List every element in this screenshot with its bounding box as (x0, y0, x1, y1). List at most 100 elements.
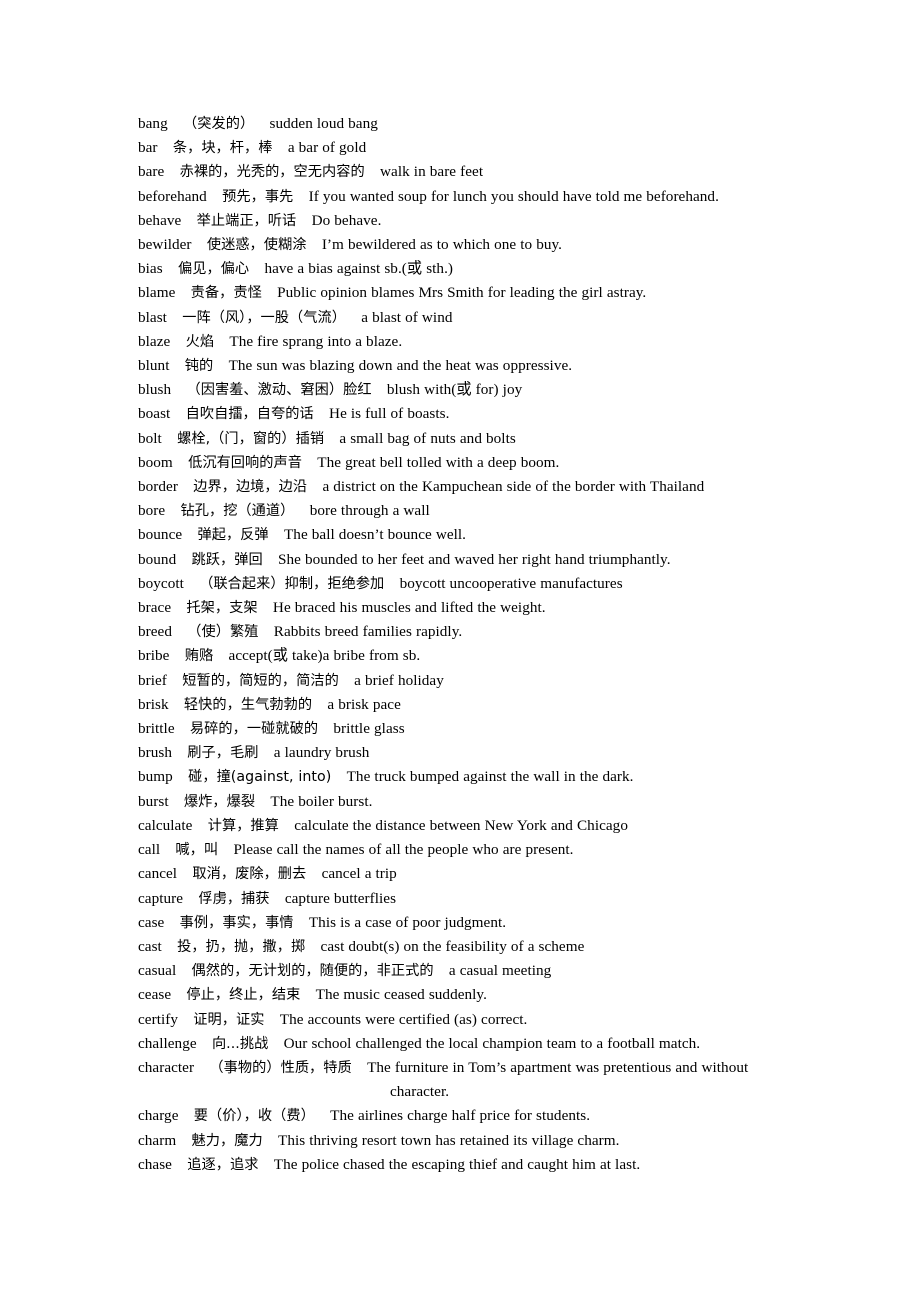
entry-gloss: 碰，撞(against, into) (188, 769, 332, 786)
entry-example: The furniture in Tom’s apartment was pre… (367, 1058, 749, 1076)
entry-gloss: 托架，支架 (186, 600, 258, 617)
entry-gloss: 举止端正，听话 (196, 212, 297, 229)
entry-example: a casual meeting (448, 962, 552, 980)
entry-example: a brisk pace (327, 695, 401, 713)
vocabulary-entry: bolt 螺栓,（门，窗的）插销 a small bag of nuts and… (138, 427, 838, 451)
vocabulary-entry: behave 举止端正，听话 Do behave. (138, 209, 838, 233)
entry-gloss: 火焰 (185, 333, 215, 350)
entry-word: boom (138, 453, 173, 471)
entry-example: sudden loud bang (269, 115, 378, 132)
vocabulary-entry: blaze 火焰 The fire sprang into a blaze. (138, 330, 838, 354)
entry-gloss: （因害羞、激动、窘困）脸红 (186, 382, 372, 399)
entry-word: blame (138, 284, 176, 302)
entry-word: bang (138, 115, 168, 132)
entry-gloss: 钻孔，挖（通道） (180, 503, 295, 520)
entry-word: beforehand (138, 187, 207, 205)
entry-word: cease (138, 986, 172, 1004)
vocabulary-entry: charge 要（价），收（费） The airlines charge hal… (138, 1104, 838, 1128)
entry-gloss: （联合起来）抑制，拒绝参加 (199, 575, 385, 592)
entry-example: The accounts were certified (as) correct… (279, 1010, 528, 1028)
vocabulary-entry: capture 俘虏，捕获 capture butterflies (138, 887, 838, 911)
entry-word: bump (138, 768, 173, 786)
entry-gloss: 跳跃，弹回 (191, 551, 263, 568)
vocabulary-entry: brief 短暂的，简短的，简洁的 a brief holiday (138, 669, 838, 693)
vocabulary-entry: bore 钻孔，挖（通道） bore through a wall (138, 499, 838, 523)
entry-example: She bounded to her feet and waved her ri… (278, 550, 671, 568)
entry-gloss: 停止，终止，结束 (186, 987, 301, 1004)
entry-example: The great bell tolled with a deep boom. (317, 453, 560, 471)
entry-gloss: 贿赂 (184, 648, 214, 665)
entry-example: cancel a trip (321, 865, 397, 883)
entry-word: charge (138, 1107, 179, 1125)
entry-example: Rabbits breed families rapidly. (273, 623, 463, 641)
vocabulary-entry: bribe 贿赂 accept(或 take)a bribe from sb. (138, 644, 838, 668)
entry-word: boast (138, 405, 171, 423)
entry-example: a small bag of nuts and bolts (339, 429, 516, 447)
entry-gloss: 自吹自擂，自夸的话 (185, 406, 314, 423)
entry-word: bound (138, 550, 177, 568)
vocabulary-entry: bounce 弹起，反弹 The ball doesn’t bounce wel… (138, 523, 838, 547)
entry-word: certify (138, 1010, 178, 1028)
entry-word: brush (138, 744, 172, 762)
entry-example: a district on the Kampuchean side of the… (322, 478, 705, 496)
vocabulary-entry: character （事物的）性质，特质 The furniture in To… (138, 1056, 838, 1104)
entry-example: He braced his muscles and lifted the wei… (272, 599, 546, 617)
entry-gloss: 证明，证实 (193, 1011, 265, 1028)
entry-gloss: 预先，事先 (222, 188, 294, 205)
entry-example: a laundry brush (273, 744, 370, 762)
entry-example: a bar of gold (287, 139, 367, 157)
entry-word: chase (138, 1155, 172, 1173)
entry-word: call (138, 841, 161, 859)
vocabulary-entry: challenge 向...挑战 Our school challenged t… (138, 1032, 838, 1056)
entry-word: case (138, 913, 165, 931)
entry-example: I’m bewildered as to which one to buy. (321, 236, 563, 254)
vocabulary-entry: case 事例，事实，事情 This is a case of poor jud… (138, 911, 838, 935)
entry-word: border (138, 478, 178, 496)
entry-gloss: 爆炸，爆裂 (183, 793, 256, 810)
entry-gloss: 计算，推算 (207, 817, 279, 834)
document-page: bang （突发的） sudden loud bang bar 条，块，杆，棒 a… (0, 0, 920, 1302)
entry-word: cast (138, 937, 162, 955)
entry-example: bore through a wall (309, 502, 430, 520)
vocabulary-entry: border 边界，边境，边沿 a district on the Kampuc… (138, 475, 838, 499)
entry-gloss: 偶然的，无计划的，随便的，非正式的 (191, 963, 434, 980)
vocabulary-entry: breed （使）繁殖 Rabbits breed families rapid… (138, 620, 838, 644)
entry-gloss: 喊，叫 (175, 842, 219, 859)
entry-word: bounce (138, 526, 183, 544)
vocabulary-entry: brisk 轻快的，生气勃勃的 a brisk pace (138, 693, 838, 717)
entry-example: The music ceased suddenly. (315, 986, 487, 1004)
entry-example: The truck bumped against the wall in the… (346, 768, 634, 786)
entry-example: brittle glass (333, 720, 405, 738)
entry-gloss: 螺栓,（门，窗的）插销 (177, 430, 325, 447)
entry-example: Please call the names of all the people … (233, 841, 574, 859)
entry-word: breed (138, 623, 172, 641)
vocabulary-entry: certify 证明，证实 The accounts were certifie… (138, 1008, 838, 1032)
entry-gloss: 事例，事实，事情 (179, 914, 294, 931)
entry-word: cancel (138, 865, 178, 883)
entry-gloss: 赤裸的，光秃的，空无内容的 (179, 164, 365, 181)
entry-example: Public opinion blames Mrs Smith for lead… (277, 284, 647, 302)
entry-example: The police chased the escaping thief and… (273, 1155, 641, 1173)
entry-word: behave (138, 211, 182, 229)
vocabulary-entry: cancel 取消，废除，删去 cancel a trip (138, 862, 838, 886)
entry-word: bewilder (138, 236, 192, 254)
entry-example: have a bias against sb.(或 sth.) (264, 260, 454, 278)
entry-gloss: （突发的） (183, 116, 255, 132)
entry-word: calculate (138, 816, 193, 834)
vocabulary-entry: brush 刷子，毛刷 a laundry brush (138, 741, 838, 765)
vocabulary-entry: boycott （联合起来）抑制，拒绝参加 boycott uncooperat… (138, 572, 838, 596)
vocabulary-entry: blast 一阵（风），一股（气流） a blast of wind (138, 306, 838, 330)
entry-gloss: 偏见，偏心 (177, 261, 250, 278)
entry-word: bar (138, 139, 158, 157)
vocabulary-entry: blush （因害羞、激动、窘困）脸红 blush with(或 for) jo… (138, 378, 838, 402)
entry-word: character (138, 1058, 195, 1076)
entry-word: burst (138, 792, 169, 810)
vocabulary-entry: chase 追逐，追求 The police chased the escapi… (138, 1153, 838, 1177)
entry-word: challenge (138, 1034, 197, 1052)
entry-gloss: 追逐，追求 (187, 1156, 259, 1173)
entry-word: bias (138, 260, 163, 278)
vocabulary-entry: bar 条，块，杆，棒 a bar of gold (138, 136, 838, 160)
entry-gloss: 责备，责怪 (190, 285, 262, 302)
entry-example: The fire sprang into a blaze. (229, 332, 403, 350)
entry-example-continuation: character. (390, 1083, 450, 1101)
